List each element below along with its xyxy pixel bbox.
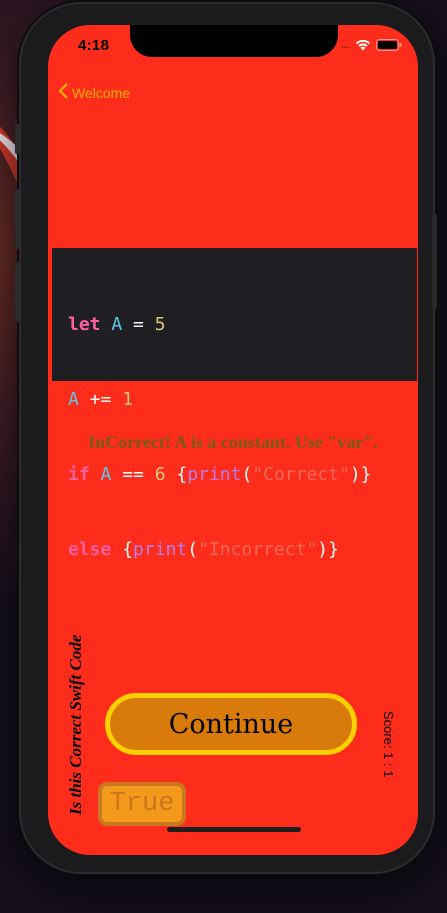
code-line: else {print("Incorrect")} [68,537,417,562]
code-token: == [111,464,155,485]
home-indicator[interactable] [167,827,301,832]
code-token: )} [349,464,372,485]
code-token: print [187,464,242,485]
chevron-left-icon [58,83,68,102]
code-token: )} [317,539,339,560]
code-token: A [111,314,123,335]
code-token: 5 [154,314,166,335]
continue-button[interactable]: Continue [105,693,357,755]
code-token: "Incorrect" [198,539,318,560]
code-token: 6 [154,464,166,485]
side-button-mute [15,124,20,154]
result-message: InCorrect! A is a constant. Use "var". [88,432,378,452]
code-token: = [122,314,155,335]
code-line: A += 1 [68,387,417,412]
side-button-power [432,214,437,309]
code-token: A [100,464,112,485]
back-label: Welcome [72,84,131,101]
code-line: let A = 5 [68,312,417,337]
code-token: ( [241,464,253,485]
true-button[interactable]: True [98,782,186,826]
back-button[interactable]: Welcome [58,83,130,102]
battery-icon [376,39,402,51]
code-token: "Correct" [252,464,350,485]
code-token: += [78,389,123,410]
wifi-icon [355,39,371,51]
code-token: { [111,539,134,560]
app-screen: 4:18 ..... Welcome let A = 5 A += 1 if A… [48,25,418,855]
code-block: let A = 5 A += 1 if A == 6 {print("Corre… [52,248,417,560]
side-button-volume-down [15,262,20,322]
code-token: print [133,539,188,560]
code-token: A [68,389,79,410]
status-icons: ..... [341,39,402,51]
status-time: 4:18 [78,37,110,54]
code-token: ( [187,539,199,560]
signal-icon: ..... [341,39,351,51]
score-label: Score: 1 : 1 [381,711,396,778]
code-token: { [165,464,188,485]
notch [130,25,338,57]
code-token: 1 [122,389,134,410]
question-title: Is this Correct Swift Code [66,634,85,815]
code-line: if A == 6 {print("Correct")} [68,462,417,487]
code-token: else [68,539,112,560]
side-button-volume-up [15,189,20,249]
code-token: if [68,464,90,485]
code-token: let [68,314,101,335]
